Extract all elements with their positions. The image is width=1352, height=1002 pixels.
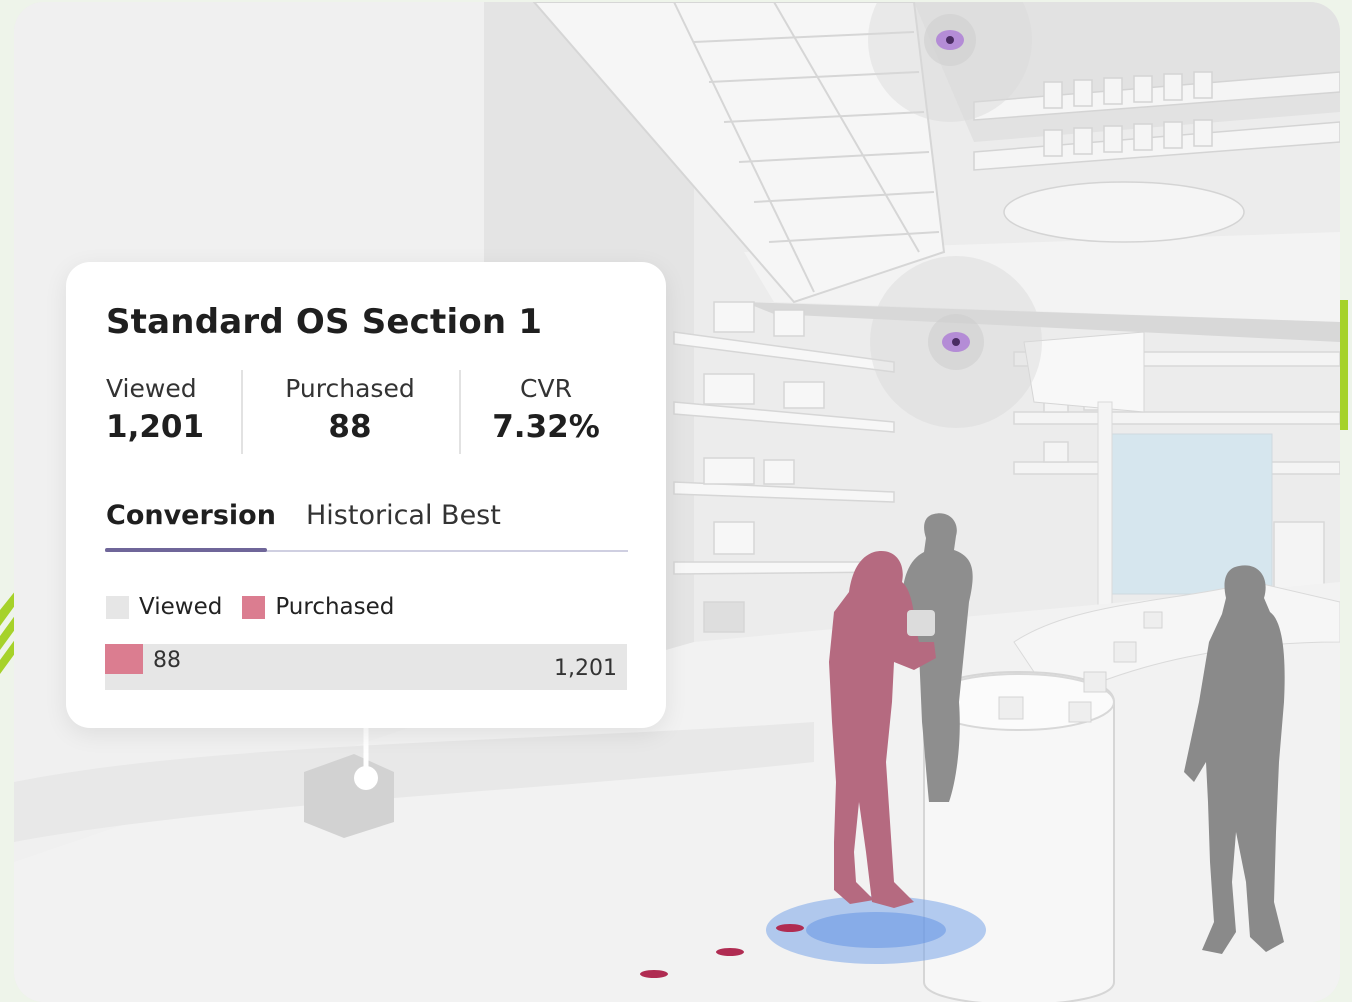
section-info-card: Standard OS Section 1 Viewed 1,201 Purch… <box>66 262 666 728</box>
bar-value-purchased: 88 <box>153 648 181 673</box>
metric-cvr-value: 7.32% <box>492 409 600 445</box>
conversion-bar-viewed: 88 1,201 <box>105 644 627 690</box>
metric-viewed-value: 1,201 <box>106 409 205 445</box>
tab-historical-best[interactable]: Historical Best <box>306 500 501 531</box>
metric-purchased: Purchased 88 <box>280 374 420 445</box>
green-accent-right <box>1340 300 1348 430</box>
metric-viewed: Viewed 1,201 <box>106 374 204 445</box>
legend-swatch-purchased <box>242 595 266 619</box>
legend-item-viewed: Viewed <box>106 594 222 620</box>
metric-cvr: CVR 7.32% <box>488 374 604 445</box>
legend-label-purchased: Purchased <box>275 594 395 620</box>
metric-viewed-label: Viewed <box>106 374 197 403</box>
metric-cvr-label: CVR <box>520 374 572 403</box>
legend-item-purchased: Purchased <box>242 594 394 620</box>
bar-value-viewed: 1,201 <box>554 656 617 681</box>
metric-purchased-label: Purchased <box>285 374 415 403</box>
metric-purchased-value: 88 <box>328 409 372 445</box>
section-title: Standard OS Section 1 <box>106 302 543 342</box>
conversion-bar-purchased <box>105 644 143 674</box>
active-tab-indicator <box>105 548 267 552</box>
chart-legend: Viewed Purchased <box>106 594 414 620</box>
legend-swatch-viewed <box>106 595 129 619</box>
metric-divider <box>241 370 243 454</box>
metric-divider <box>459 370 461 454</box>
camera-icon <box>870 256 1042 428</box>
legend-label-viewed: Viewed <box>139 594 223 620</box>
tab-conversion[interactable]: Conversion <box>106 500 276 531</box>
